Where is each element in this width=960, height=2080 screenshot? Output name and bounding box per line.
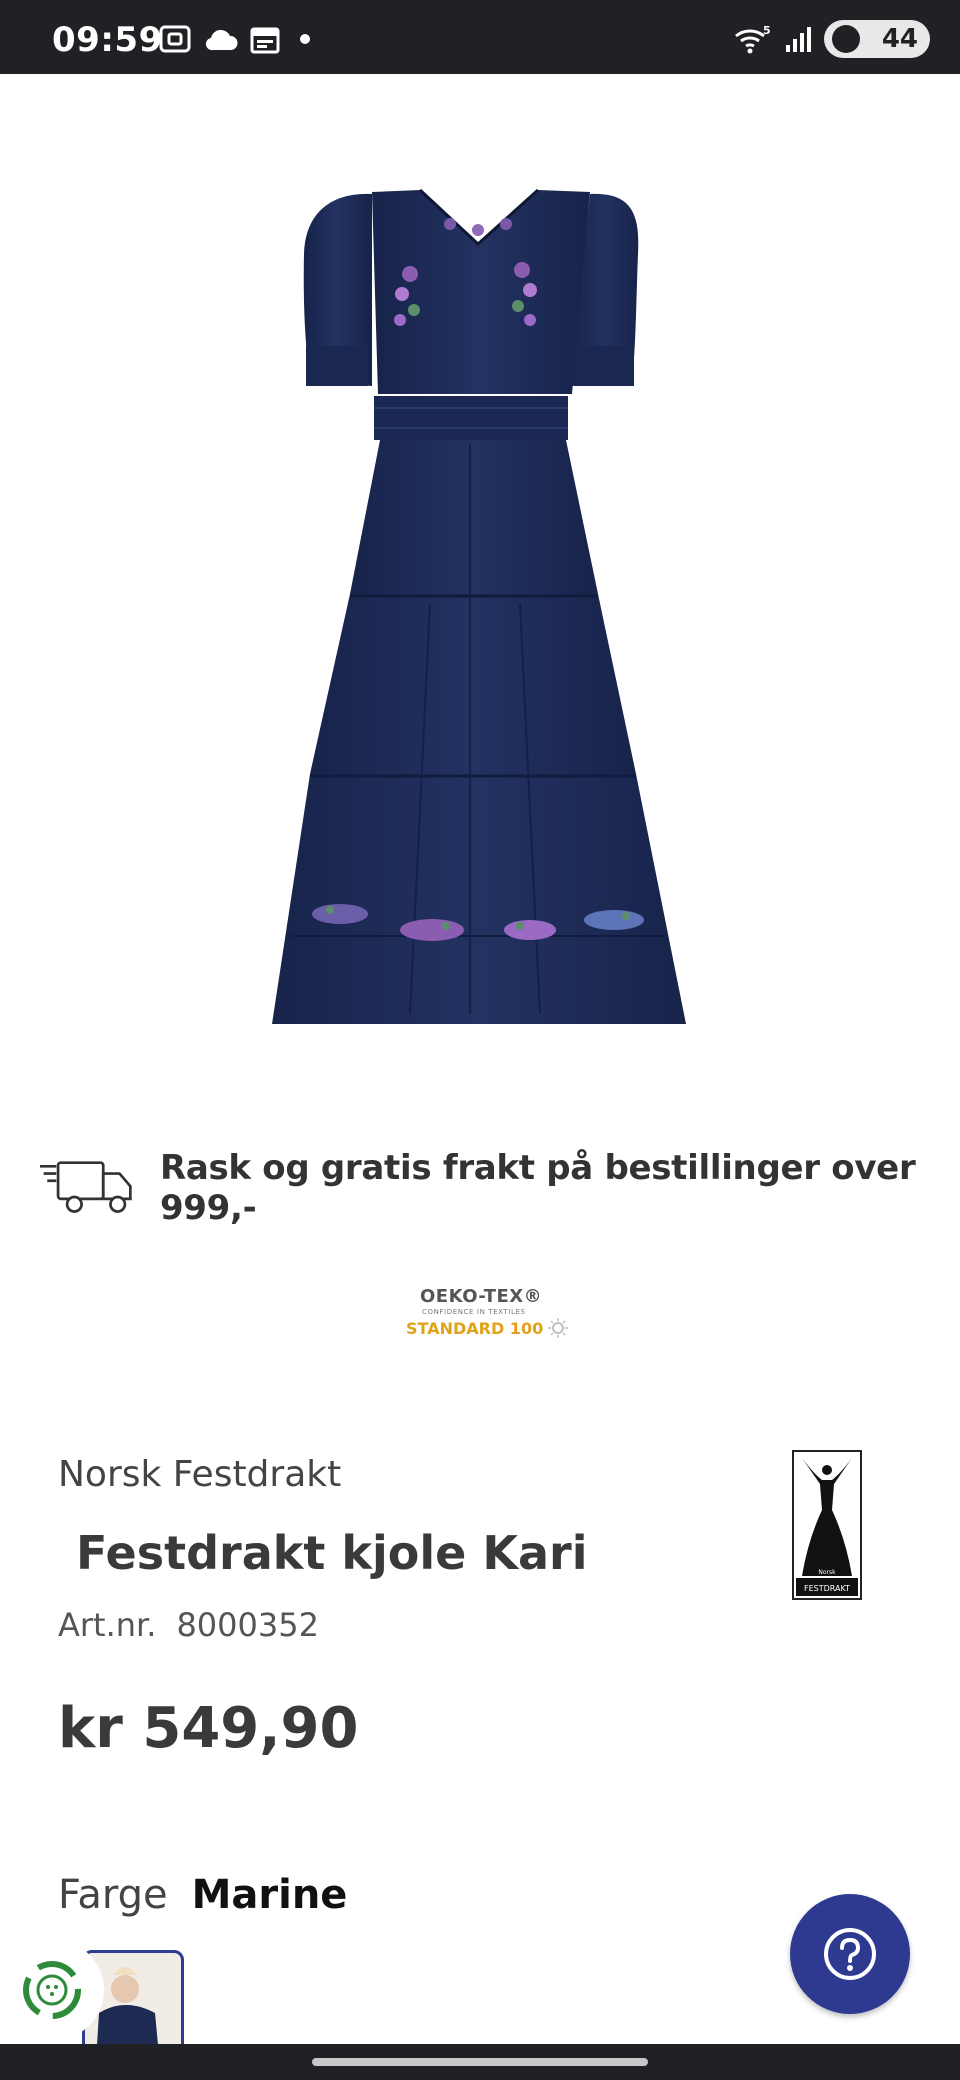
battery-saver-icon (832, 25, 860, 53)
recycle-badge[interactable] (0, 1940, 104, 2040)
sun-icon (548, 1318, 569, 1338)
shipping-text: Rask og gratis frakt på bestillinger ove… (159, 1148, 916, 1228)
brand-logo-text: FESTDRAKT (804, 1584, 850, 1593)
product-title: Festdrakt kjole Kari (76, 1526, 588, 1580)
navigation-bar (0, 2044, 960, 2080)
article-number-value: 8000352 (176, 1606, 319, 1644)
oeko-tex-standard: STANDARD 100 (400, 1317, 580, 1339)
signal-icon (786, 27, 811, 52)
color-value: Marine (191, 1872, 348, 1918)
cloud-icon (205, 29, 238, 51)
status-icons-left (158, 24, 310, 54)
notification-dot-icon (300, 34, 310, 44)
color-selector: Farge Marine (58, 1872, 347, 1918)
oeko-tex-standard-text: STANDARD 100 (406, 1318, 544, 1338)
oeko-tex-title: OEKO-TEX® (420, 1286, 543, 1307)
wifi-band-label: 5 (763, 24, 771, 37)
article-number-label: Art.nr. (58, 1606, 157, 1644)
brand-logo[interactable]: Norsk FESTDRAKT (792, 1450, 862, 1600)
article-number: Art.nr. 8000352 (58, 1606, 319, 1644)
wifi-icon: 5 (735, 24, 771, 54)
brand-name[interactable]: Norsk Festdrakt (58, 1454, 341, 1495)
home-handle[interactable] (312, 2058, 648, 2066)
status-icons-right: 5 44 (732, 20, 930, 58)
shipping-notice: Rask og gratis frakt på bestillinger ove… (40, 1148, 940, 1228)
help-button[interactable] (790, 1894, 910, 2014)
brand-logo-small: Norsk (818, 1569, 836, 1576)
color-label: Farge (58, 1872, 168, 1918)
status-bar: 09:59 5 44 (0, 0, 960, 74)
screenshot-icon (159, 25, 191, 53)
oeko-tex-badge: OEKO-TEX® CONFIDENCE IN TEXTILES STANDAR… (400, 1286, 580, 1346)
battery-level: 44 (881, 24, 918, 54)
dress-image (272, 188, 686, 1024)
recycle-icon (23, 1961, 81, 2019)
truck-icon (40, 1161, 132, 1213)
oeko-tex-tagline: CONFIDENCE IN TEXTILES (422, 1308, 526, 1316)
status-time: 09:59 (52, 20, 163, 60)
product-image[interactable] (0, 74, 960, 1114)
question-icon (824, 1928, 876, 1980)
battery-indicator: 44 (824, 20, 930, 58)
calendar-icon (250, 27, 280, 54)
product-price: kr 549,90 (58, 1696, 359, 1761)
